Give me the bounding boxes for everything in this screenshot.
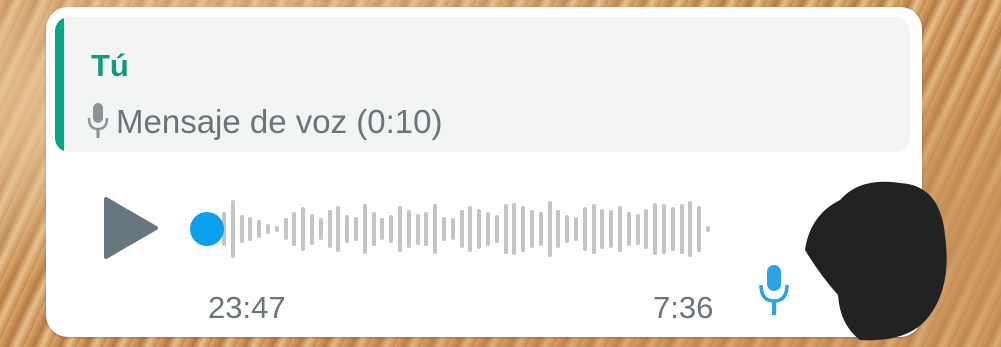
waveform-bar (274, 225, 279, 233)
waveform-bar (591, 204, 596, 254)
waveform-bar (442, 216, 446, 242)
redaction-scribble (805, 181, 947, 341)
mic-icon (87, 103, 109, 138)
waveform-bar (380, 218, 385, 240)
waveform-bar (670, 207, 675, 251)
waveform-bar (459, 210, 464, 248)
voice-message-bubble[interactable]: Tú Mensaje de voz (0:10) 23:47 7:36 (46, 7, 947, 341)
waveform-bar (494, 215, 499, 243)
waveform-bar (574, 216, 578, 242)
waveform-bar (582, 207, 587, 251)
voice-waveform[interactable] (186, 192, 726, 266)
waveform-bar (521, 205, 526, 253)
waveform-bar (239, 215, 244, 243)
waveform-bar (283, 218, 288, 240)
waveform-bar (257, 219, 262, 239)
waveform-bar (503, 204, 508, 254)
waveform-bar (327, 210, 332, 248)
waveform-bar (371, 211, 376, 247)
playback-scrubber[interactable] (190, 212, 224, 246)
quoted-reply[interactable]: Tú Mensaje de voz (0:10) (55, 17, 910, 152)
waveform-bar (565, 215, 570, 243)
waveform-bar (600, 208, 605, 250)
waveform-bar (679, 204, 684, 254)
waveform-bar (635, 213, 640, 245)
waveform-bar (662, 204, 666, 254)
waveform-bar (653, 202, 658, 256)
waveform-bar (644, 208, 649, 250)
quote-accent-bar (55, 17, 64, 152)
waveform-bar (433, 204, 438, 254)
message-timestamp: 7:36 (653, 290, 714, 325)
waveform-bar (354, 216, 358, 242)
waveform-bar (389, 215, 394, 243)
quote-author: Tú (91, 48, 129, 83)
waveform-bar (609, 210, 614, 248)
play-icon (104, 197, 158, 259)
waveform-bar (468, 205, 473, 253)
waveform-bar (530, 210, 534, 248)
waveform-bar (626, 211, 631, 247)
waveform-bar (362, 204, 367, 254)
waveform-bar (301, 207, 306, 251)
voice-duration: 23:47 (208, 290, 286, 325)
waveform-bar (486, 211, 490, 247)
waveform-bar (688, 201, 693, 257)
waveform-bar (406, 210, 411, 248)
waveform-bar (310, 213, 314, 245)
waveform-bar (556, 210, 561, 248)
waveform-bar (697, 205, 702, 253)
waveform-bar (398, 205, 402, 253)
waveform-bar (266, 224, 270, 234)
waveform-bar (424, 211, 429, 247)
waveform-bar (512, 202, 517, 256)
play-button[interactable] (102, 195, 160, 261)
waveform-bar (318, 218, 323, 240)
waveform-bar (292, 211, 297, 247)
waveform-bar (336, 205, 341, 253)
quote-text: Mensaje de voz (0:10) (116, 102, 443, 140)
waveform-bar (477, 208, 482, 250)
waveform-bar (230, 199, 235, 259)
waveform-bar (538, 211, 543, 247)
waveform-bar (706, 225, 710, 233)
quote-content: Mensaje de voz (0:10) (85, 101, 443, 141)
waveform-bar (248, 216, 253, 242)
waveform-bar (345, 215, 350, 243)
waveform-bar (547, 201, 552, 257)
waveform-bar (618, 205, 622, 253)
mic-icon (759, 265, 789, 315)
waveform-bar (450, 218, 455, 240)
waveform-bar (415, 213, 420, 245)
